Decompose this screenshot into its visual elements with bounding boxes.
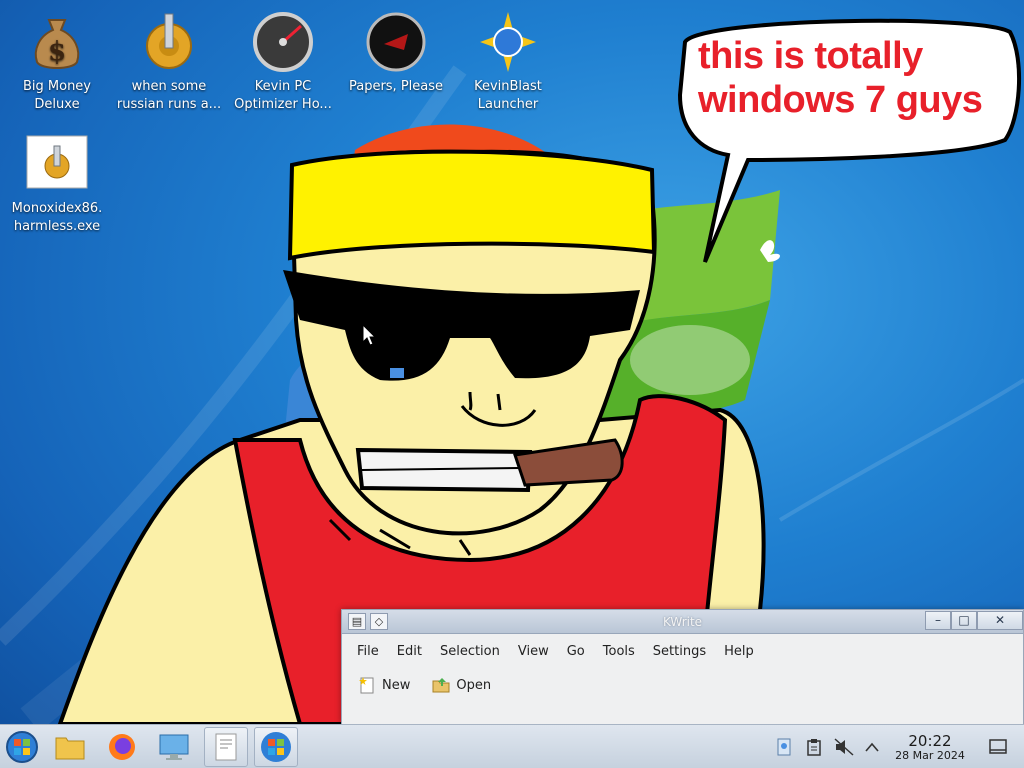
menu-file[interactable]: File bbox=[348, 640, 388, 663]
kwrite-icon bbox=[215, 733, 237, 761]
papers-please-icon bbox=[366, 12, 426, 72]
open-folder-icon bbox=[432, 678, 450, 693]
desktop-icon-papers-please[interactable]: Papers, Please bbox=[341, 10, 451, 96]
kwrite-window[interactable]: ▤ ◇ KWrite – □ ✕ File Edit Selection Vie… bbox=[341, 609, 1024, 724]
desktop-icon-big-money-deluxe[interactable]: $ Big Money Deluxe bbox=[2, 10, 112, 114]
desktop-icon-label: Papers, Please bbox=[348, 79, 444, 94]
desktop-icon-label: KevinBlast bbox=[474, 79, 542, 94]
kevinblast-icon bbox=[480, 12, 536, 72]
file-manager-icon bbox=[55, 737, 85, 760]
speech-line-2: windows 7 guys bbox=[698, 79, 983, 121]
new-label: New bbox=[382, 677, 411, 693]
taskbar-kwrite[interactable] bbox=[204, 727, 248, 767]
firefox-icon bbox=[109, 734, 135, 760]
taskbar: 20:22 28 Mar 2024 bbox=[0, 724, 1024, 768]
desktop-icon-label: russian runs a... bbox=[116, 97, 222, 112]
close-button[interactable]: ✕ bbox=[977, 611, 1023, 630]
menu-tools[interactable]: Tools bbox=[594, 640, 644, 663]
gear-icon bbox=[146, 13, 192, 69]
desktop-icon-label: Monoxidex86. bbox=[11, 201, 103, 216]
desktop-icon-label: when some bbox=[131, 79, 207, 94]
taskbar-system-settings[interactable] bbox=[152, 727, 196, 767]
show-desktop-icon bbox=[989, 739, 1007, 754]
open-button[interactable]: Open bbox=[432, 676, 491, 694]
desktop-icon-label: harmless.exe bbox=[13, 219, 101, 234]
tray-clipboard[interactable] bbox=[804, 737, 824, 757]
desktop-icon-label: Deluxe bbox=[34, 97, 80, 112]
open-label: Open bbox=[456, 677, 492, 693]
desktop-icon-monoxidex86[interactable]: Monoxidex86. harmless.exe bbox=[2, 132, 112, 236]
system-settings-icon bbox=[159, 734, 189, 760]
minimize-button[interactable]: – bbox=[925, 611, 951, 630]
clock-time[interactable]: 20:22 bbox=[900, 732, 960, 750]
chevron-up-icon bbox=[865, 742, 879, 752]
speedometer-icon bbox=[253, 12, 313, 72]
maximize-button[interactable]: □ bbox=[951, 611, 977, 630]
new-document-icon bbox=[359, 677, 374, 694]
desktop-icon-kevinblast[interactable]: KevinBlast Launcher bbox=[453, 10, 563, 114]
exe-gear-icon bbox=[26, 135, 88, 189]
taskbar-windows-flag[interactable] bbox=[254, 727, 298, 767]
mouse-cursor-icon bbox=[362, 324, 376, 346]
speech-line-1: this is totally bbox=[698, 35, 923, 77]
tray-expand[interactable] bbox=[862, 737, 882, 757]
menu-edit[interactable]: Edit bbox=[388, 640, 431, 663]
taskbar-file-manager[interactable] bbox=[48, 727, 92, 767]
menu-settings[interactable]: Settings bbox=[644, 640, 715, 663]
show-desktop-button[interactable] bbox=[988, 737, 1008, 757]
desktop-icon-label: Big Money bbox=[22, 79, 91, 94]
tray-network[interactable] bbox=[774, 737, 794, 757]
clipboard-icon bbox=[807, 739, 821, 756]
volume-muted-icon bbox=[834, 738, 854, 756]
svg-text:$: $ bbox=[48, 37, 66, 67]
menu-selection[interactable]: Selection bbox=[431, 640, 509, 663]
kwrite-titlebar[interactable]: ▤ ◇ KWrite – □ ✕ bbox=[342, 610, 1023, 634]
window-title: KWrite bbox=[662, 615, 703, 629]
network-icon bbox=[777, 738, 791, 756]
menu-help[interactable]: Help bbox=[715, 640, 763, 663]
taskbar-firefox[interactable] bbox=[100, 727, 144, 767]
start-orb-icon bbox=[6, 731, 38, 763]
small-windows-icon bbox=[390, 368, 404, 378]
desktop-icon-label: Optimizer Ho... bbox=[234, 97, 332, 112]
clock-date[interactable]: 28 Mar 2024 bbox=[884, 749, 976, 762]
money-bag-icon: $ bbox=[34, 19, 80, 69]
menubar: File Edit Selection View Go Tools Settin… bbox=[342, 634, 1023, 668]
desktop-icon-kevin-pc-optimizer[interactable]: Kevin PC Optimizer Ho... bbox=[228, 10, 338, 114]
windows-flag-icon bbox=[261, 732, 291, 762]
desktop-icon-label: Launcher bbox=[477, 97, 539, 112]
desktop-icon-label: Kevin PC bbox=[254, 79, 312, 94]
menu-view[interactable]: View bbox=[509, 640, 558, 663]
tray-volume[interactable] bbox=[834, 737, 854, 757]
toolbar: New Open bbox=[342, 668, 1023, 702]
speech-bubble-text: this is totally windows 7 guys bbox=[698, 34, 998, 122]
menu-go[interactable]: Go bbox=[558, 640, 594, 663]
new-button[interactable]: New bbox=[358, 676, 410, 694]
desktop-icon-russian[interactable]: when some russian runs a... bbox=[114, 10, 224, 114]
start-button[interactable] bbox=[0, 727, 44, 767]
